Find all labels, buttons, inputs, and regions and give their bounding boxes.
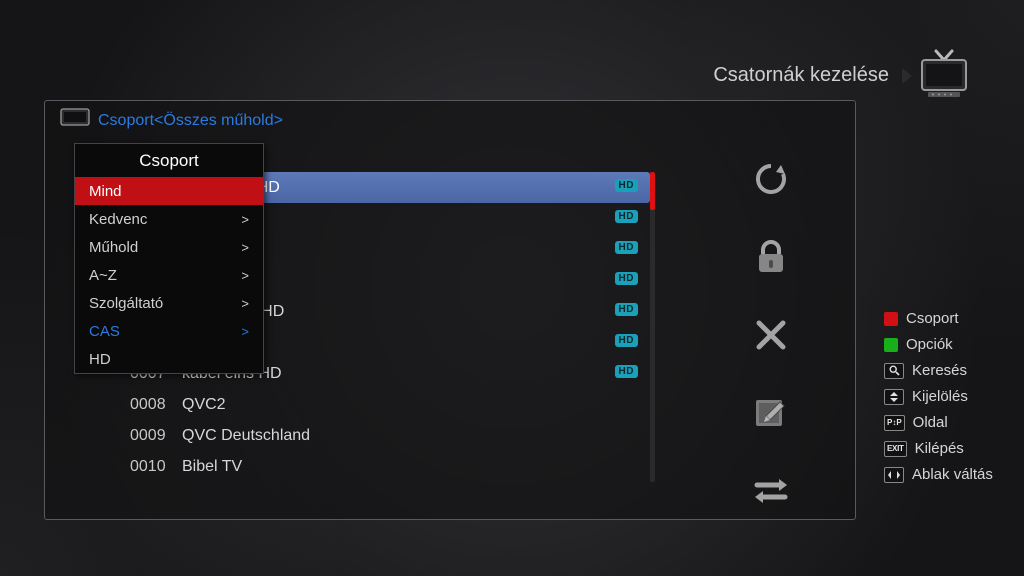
exit-key: EXIT — [884, 441, 907, 457]
channel-row[interactable]: 0008QVC2 — [74, 389, 650, 420]
legend-exit-label: Kilépés — [915, 440, 964, 457]
channel-name: QVC2 — [182, 396, 650, 414]
popup-item[interactable]: Kedvenc > — [75, 205, 263, 233]
popup-item[interactable]: CAS > — [75, 317, 263, 345]
legend-search: Keresés — [884, 362, 1004, 379]
channel-name: Bibel TV — [182, 458, 650, 476]
channel-number: 0008 — [130, 396, 182, 414]
legend: Csoport Opciók Keresés Kijelölés P↕P Old… — [884, 310, 1004, 483]
move-icon[interactable] — [750, 470, 792, 512]
updown-icon — [884, 389, 904, 405]
hd-badge: HD — [615, 334, 638, 347]
popup-item-label: Műhold — [89, 239, 138, 256]
breadcrumb: Csoport<Összes műhold> — [98, 112, 283, 130]
chevron-right-icon: > — [241, 268, 249, 283]
legend-select: Kijelölés — [884, 388, 1004, 405]
edit-icon[interactable] — [750, 392, 792, 434]
popup-item-label: Mind — [89, 183, 122, 200]
popup-item-label: Szolgáltató — [89, 295, 163, 312]
chevron-right-icon: > — [241, 240, 249, 255]
legend-exit: EXIT Kilépés — [884, 440, 1004, 457]
scrollbar-thumb[interactable] — [650, 172, 655, 210]
chevron-right-icon: > — [241, 324, 249, 339]
red-swatch — [884, 312, 898, 326]
leftright-icon — [884, 467, 904, 483]
chevron-right-icon: > — [241, 296, 249, 311]
popup-item-label: Kedvenc — [89, 211, 147, 228]
header-pointer — [902, 68, 912, 84]
legend-red-label: Csoport — [906, 310, 959, 327]
lock-icon[interactable] — [750, 236, 792, 278]
legend-swap-label: Ablak váltás — [912, 466, 993, 483]
tv-small-icon — [60, 106, 90, 128]
hd-badge: HD — [615, 303, 638, 316]
hd-badge: HD — [615, 241, 638, 254]
hd-badge: HD — [615, 179, 638, 192]
popup-item-label: HD — [89, 351, 111, 368]
popup-item[interactable]: Szolgáltató > — [75, 289, 263, 317]
channel-name: QVC Deutschland — [182, 427, 650, 445]
legend-red: Csoport — [884, 310, 1004, 327]
delete-icon[interactable] — [750, 314, 792, 356]
pip-key: P↕P — [884, 415, 905, 431]
hd-badge: HD — [615, 210, 638, 223]
popup-item-label: A~Z — [89, 267, 117, 284]
channel-row[interactable]: 0009QVC Deutschland — [74, 420, 650, 451]
popup-title: Csoport — [75, 144, 263, 177]
refresh-icon[interactable] — [750, 158, 792, 200]
popup-item[interactable]: Mind — [75, 177, 263, 205]
legend-green: Opciók — [884, 336, 1004, 353]
hd-badge: HD — [615, 272, 638, 285]
channel-number: 0009 — [130, 427, 182, 445]
group-popup: Csoport MindKedvenc>Műhold>A~Z>Szolgálta… — [74, 143, 264, 374]
scrollbar-track[interactable] — [650, 172, 655, 482]
legend-page: P↕P Oldal — [884, 414, 1004, 431]
popup-item[interactable]: HD — [75, 345, 263, 373]
action-column — [716, 158, 826, 512]
page-title: Csatornák kezelése — [713, 64, 889, 87]
green-swatch — [884, 338, 898, 352]
channel-row[interactable]: 0010Bibel TV — [74, 451, 650, 482]
legend-swap: Ablak váltás — [884, 466, 1004, 483]
hd-badge: HD — [615, 365, 638, 378]
legend-search-label: Keresés — [912, 362, 967, 379]
magnifier-icon — [884, 363, 904, 379]
chevron-right-icon: > — [241, 212, 249, 227]
legend-select-label: Kijelölés — [912, 388, 968, 405]
popup-item[interactable]: A~Z > — [75, 261, 263, 289]
tv-icon — [912, 46, 976, 102]
legend-green-label: Opciók — [906, 336, 953, 353]
popup-item[interactable]: Műhold > — [75, 233, 263, 261]
legend-page-label: Oldal — [913, 414, 948, 431]
channel-number: 0010 — [130, 458, 182, 476]
popup-item-label: CAS — [89, 323, 120, 340]
